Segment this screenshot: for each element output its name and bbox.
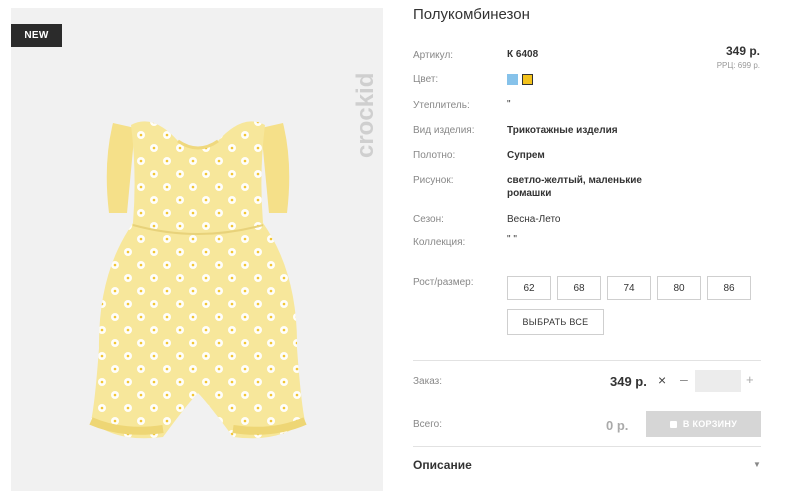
spec-value-insulation: " (507, 99, 511, 110)
spec-value-article: К 6408 (507, 49, 539, 60)
color-swatch-yellow[interactable] (522, 74, 533, 85)
spec-label-color: Цвет: (413, 74, 439, 85)
size-option-80[interactable]: 80 (657, 276, 701, 300)
spec-label-article: Артикул: (413, 50, 454, 61)
total-value: 0 р. (606, 418, 629, 433)
select-all-button[interactable]: ВЫБРАТЬ ВСЕ (507, 309, 604, 335)
size-options: 62 68 74 80 86 (507, 276, 751, 300)
size-option-74[interactable]: 74 (607, 276, 651, 300)
total-label: Всего: (413, 419, 442, 430)
chevron-down-icon[interactable]: ▼ (753, 460, 761, 469)
spec-value-season: Весна-Лето (507, 214, 561, 225)
order-price: 349 р. (610, 374, 647, 389)
color-swatch-blue[interactable] (507, 74, 518, 85)
spec-label-type: Вид изделия: (413, 125, 475, 136)
decrement-button[interactable]: – (680, 371, 688, 387)
add-to-cart-button[interactable]: В КОРЗИНУ (646, 411, 761, 437)
description-toggle[interactable]: Описание (413, 458, 472, 472)
romper-image (89, 121, 307, 439)
product-rrp: РРЦ: 699 р. (716, 61, 760, 70)
brand-logo: crockid (352, 73, 379, 158)
quantity-input[interactable] (695, 370, 741, 392)
divider (413, 360, 761, 361)
spec-value-fabric: Супрем (507, 150, 545, 161)
spec-label-size: Рост/размер: (413, 277, 474, 288)
product-price: 349 р. (725, 44, 760, 58)
product-title: Полукомбинезон (413, 6, 530, 23)
spec-label-pattern: Рисунок: (413, 175, 454, 186)
size-option-62[interactable]: 62 (507, 276, 551, 300)
spec-label-fabric: Полотно: (413, 150, 456, 161)
product-photo[interactable]: crockid (11, 8, 383, 491)
spec-value-pattern: светло-желтый, маленькие ромашки (507, 175, 642, 199)
size-option-86[interactable]: 86 (707, 276, 751, 300)
size-option-68[interactable]: 68 (557, 276, 601, 300)
add-to-cart-label: В КОРЗИНУ (682, 419, 738, 429)
new-badge: NEW (11, 24, 62, 47)
spec-label-season: Сезон: (413, 214, 444, 225)
order-label: Заказ: (413, 376, 443, 387)
divider (413, 446, 761, 447)
cart-icon (669, 420, 677, 428)
spec-label-insulation: Утеплитель: (413, 100, 470, 111)
spec-label-collection: Коллекция: (413, 237, 466, 248)
svg-text:crockid: crockid (352, 73, 379, 158)
multiply-icon: × (658, 372, 667, 388)
spec-value-collection: " " (507, 234, 517, 245)
increment-button[interactable]: + (746, 372, 754, 387)
spec-value-type: Трикотажные изделия (507, 125, 618, 136)
